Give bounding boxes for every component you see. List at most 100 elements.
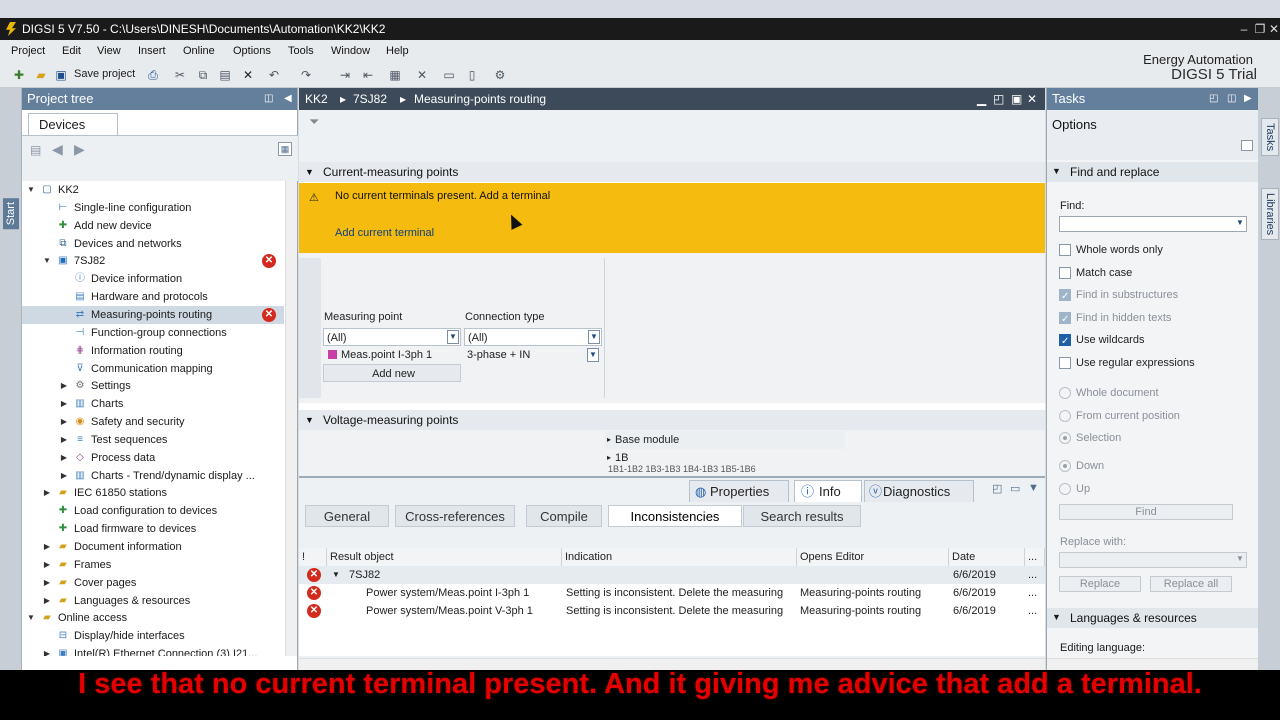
option-find-in-hidden-texts[interactable]: Find in hidden texts xyxy=(1059,309,1171,329)
accessible-devices-icon[interactable]: ▦ xyxy=(388,68,402,82)
subtab-cross-references[interactable]: Cross-references xyxy=(395,505,515,527)
collapse-icon[interactable]: ▼ xyxy=(1052,166,1061,176)
meas-point-row[interactable]: Meas.point I-3ph 1 xyxy=(323,346,461,364)
print-icon[interactable]: ⎙ xyxy=(146,68,160,82)
dropdown-arrow-icon[interactable]: ▼ xyxy=(1234,553,1246,567)
expand-icon[interactable]: ▶ xyxy=(42,574,52,592)
option-find-in-substructures[interactable]: Find in substructures xyxy=(1059,286,1178,306)
tree-item-charts-trend-dynamic-display[interactable]: ▶ ▥ Charts - Trend/dynamic display ... xyxy=(22,467,284,485)
checkbox[interactable] xyxy=(1059,288,1071,306)
editor-close-icon[interactable]: ✕ xyxy=(1027,88,1037,110)
editor-float-icon[interactable]: ◰ xyxy=(993,88,1004,110)
table-row[interactable]: ✕ Power system/Meas.point V-3ph 1 Settin… xyxy=(299,602,1045,620)
devices-tab[interactable]: Devices xyxy=(28,113,118,135)
expand-icon[interactable]: ▶ xyxy=(42,645,52,656)
add-new-button[interactable]: Add new xyxy=(323,364,461,382)
table-row[interactable]: ✕ Power system/Meas.point I-3ph 1 Settin… xyxy=(299,584,1045,602)
inspector-minimize-icon[interactable]: ▭ xyxy=(1010,482,1020,495)
tasks-collapse-icon[interactable]: ▶ xyxy=(1244,88,1252,110)
tree-item-languages-resources[interactable]: ▶ ▰ Languages & resources xyxy=(22,592,284,610)
save-icon[interactable]: ▣ xyxy=(54,68,68,82)
tree-item-communication-mapping[interactable]: ⊽ Communication mapping xyxy=(22,360,284,378)
base-module-header[interactable]: ▸ Base module xyxy=(605,431,845,449)
expand-icon[interactable]: ▶ xyxy=(42,484,52,502)
find-input[interactable]: ▼ xyxy=(1059,216,1247,232)
tree-item-online-access[interactable]: ▼ ▰ Online access xyxy=(22,609,284,627)
tree-item-test-sequences[interactable]: ▶ ≡ Test sequences xyxy=(22,431,284,449)
expand-icon[interactable]: ▶ xyxy=(42,592,52,610)
option-use-wildcards[interactable]: Use wildcards xyxy=(1059,331,1144,351)
menu-tools[interactable]: Tools xyxy=(288,45,314,57)
collapse-icon[interactable]: ▼ xyxy=(26,609,36,627)
find-replace-header[interactable]: ▼ Find and replace xyxy=(1047,162,1259,182)
subtab-general[interactable]: General xyxy=(305,505,389,527)
collapse-left-icon[interactable]: ◀ xyxy=(284,88,292,110)
go-online-icon[interactable]: ⇥ xyxy=(338,68,352,82)
forward-icon[interactable]: ▶ xyxy=(74,141,85,158)
subtab-search-results[interactable]: Search results xyxy=(743,505,861,527)
split-vertical-icon[interactable]: ▯ xyxy=(465,68,479,82)
option-match-case[interactable]: Match case xyxy=(1059,264,1132,282)
filter-measuring-point[interactable]: (All) ▼ xyxy=(323,328,461,346)
option-use-regular-expressions[interactable]: Use regular expressions xyxy=(1059,354,1195,372)
tree-item-display-hide-interfaces[interactable]: ⊟ Display/hide interfaces xyxy=(22,627,284,645)
dropdown-arrow-icon[interactable]: ▼ xyxy=(447,330,459,344)
open-project-icon[interactable]: ▰ xyxy=(34,68,48,82)
tab-info[interactable]: ⓘ Info xyxy=(794,480,862,502)
replace-button[interactable]: Replace xyxy=(1059,576,1141,592)
tree-item-cover-pages[interactable]: ▶ ▰ Cover pages xyxy=(22,574,284,592)
copy-icon[interactable]: ⧉ xyxy=(196,68,210,82)
radio-from-current-position[interactable]: From current position xyxy=(1059,407,1180,425)
go-offline-icon[interactable]: ⇤ xyxy=(361,68,375,82)
expand-icon[interactable]: ▸ xyxy=(607,431,611,449)
undo-icon[interactable]: ↶ xyxy=(267,68,281,82)
checkbox[interactable] xyxy=(1059,356,1071,369)
menu-insert[interactable]: Insert xyxy=(138,45,166,57)
back-icon[interactable]: ◀ xyxy=(52,141,63,158)
tree-item-charts[interactable]: ▶ ▥ Charts xyxy=(22,395,284,413)
table-row[interactable]: ✕ ▼ 7SJ82 6/6/2019 ... xyxy=(299,566,1045,584)
subtab-compile[interactable]: Compile xyxy=(526,505,602,527)
expand-icon[interactable]: ▶ xyxy=(42,556,52,574)
tasks-float-icon[interactable]: ◰ xyxy=(1209,88,1218,110)
expand-icon[interactable]: ▶ xyxy=(59,431,69,449)
menu-online[interactable]: Online xyxy=(183,45,215,57)
menu-edit[interactable]: Edit xyxy=(62,45,81,57)
breadcrumb-7sj82[interactable]: 7SJ82 xyxy=(353,88,387,110)
inspector-float-icon[interactable]: ◰ xyxy=(992,482,1002,495)
expand-icon[interactable]: ▶ xyxy=(59,413,69,431)
radio-button[interactable] xyxy=(1059,432,1071,444)
start-portal-tab[interactable]: Start xyxy=(3,198,19,230)
tree-scrollbar[interactable] xyxy=(285,181,297,656)
radio-button[interactable] xyxy=(1059,387,1071,399)
radio-up[interactable]: Up xyxy=(1059,480,1090,498)
settings-gear-icon[interactable]: ⚙ xyxy=(493,68,507,82)
collapse-icon[interactable]: ▼ xyxy=(26,181,36,199)
col-indication[interactable]: Indication xyxy=(562,548,797,566)
tree-item-device-information[interactable]: ⓘ Device information xyxy=(22,270,284,288)
col-date[interactable]: Date xyxy=(949,548,1025,566)
breadcrumb-kk2[interactable]: KK2 xyxy=(305,88,328,110)
expand-icon[interactable]: ▶ xyxy=(59,377,69,395)
options-view-icon[interactable] xyxy=(1241,140,1253,151)
menu-window[interactable]: Window xyxy=(331,45,370,57)
tree-item-frames[interactable]: ▶ ▰ Frames xyxy=(22,556,284,574)
tasks-pin-icon[interactable]: ◫ xyxy=(1227,88,1236,110)
dropdown-arrow-icon[interactable]: ▼ xyxy=(588,330,600,344)
find-button[interactable]: Find xyxy=(1059,504,1233,520)
radio-whole-document[interactable]: Whole document xyxy=(1059,384,1159,402)
filter-connection-type[interactable]: (All) ▼ xyxy=(464,328,602,346)
tree-item-7sj82[interactable]: ▼ ▣ 7SJ82 ✕ xyxy=(22,252,284,270)
tree-item-document-information[interactable]: ▶ ▰ Document information xyxy=(22,538,284,556)
voltage-measuring-section[interactable]: ▼ Voltage-measuring points xyxy=(299,410,1045,430)
checkbox[interactable] xyxy=(1059,266,1071,279)
cut-icon[interactable]: ✂ xyxy=(173,68,187,82)
tree-item-load-configuration-to-devices[interactable]: ✚ Load configuration to devices xyxy=(22,502,284,520)
minimize-icon[interactable]: ‒ xyxy=(1236,18,1252,40)
tree-item-settings[interactable]: ▶ ⚙ Settings xyxy=(22,377,284,395)
checkbox[interactable] xyxy=(1059,311,1071,329)
current-measuring-section[interactable]: ▼ Current-measuring points xyxy=(299,162,1045,182)
tree-item-function-group-connections[interactable]: ⊣ Function-group connections xyxy=(22,324,284,342)
inspector-collapse-icon[interactable]: ▼ xyxy=(1028,482,1039,494)
radio-down[interactable]: Down xyxy=(1059,457,1104,475)
